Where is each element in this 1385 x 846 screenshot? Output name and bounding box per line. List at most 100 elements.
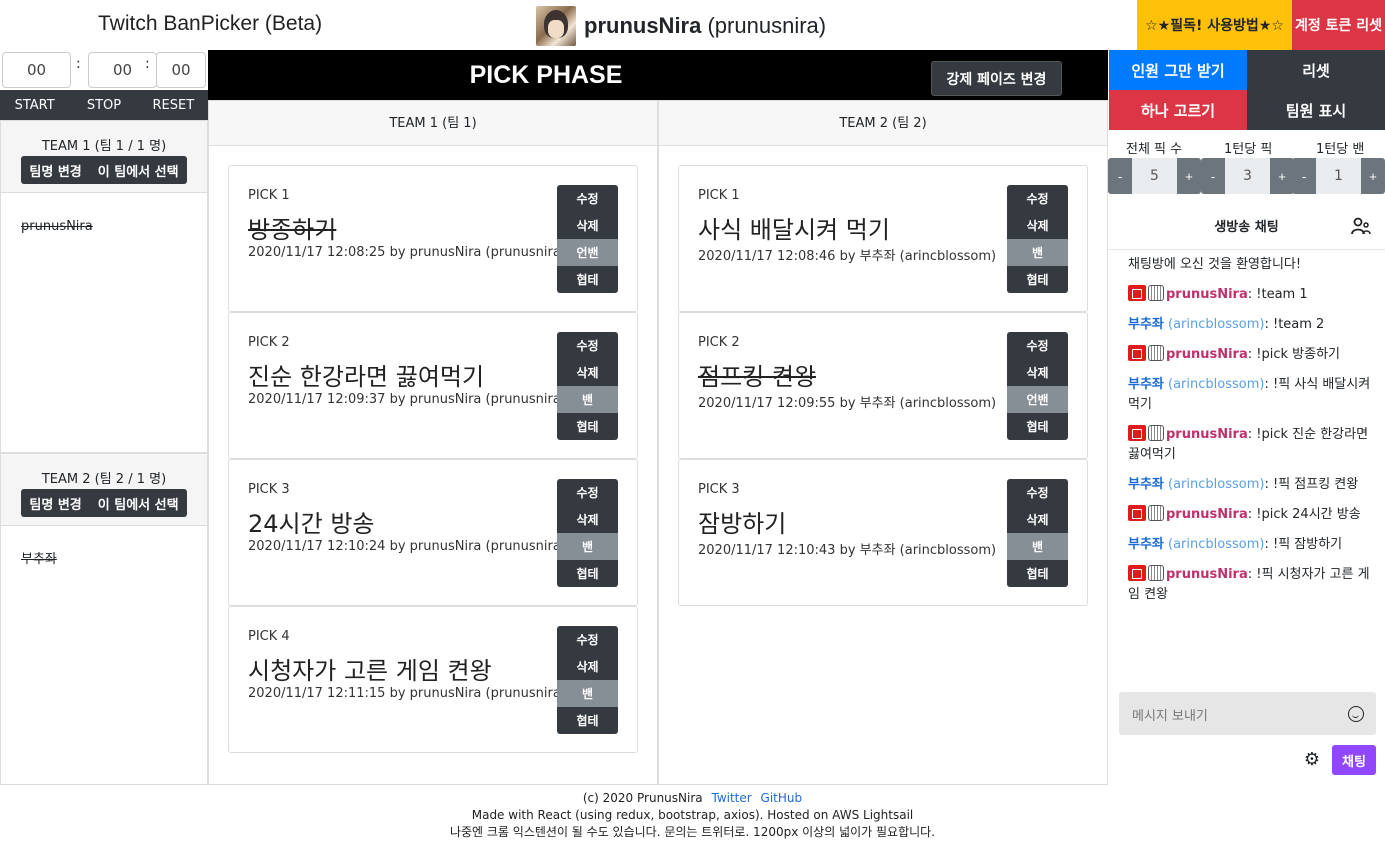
delete-pick-button[interactable]: 삭제 <box>557 653 618 680</box>
footer-note-line: 나중엔 크롬 익스텐션이 될 수도 있습니다. 문의는 트위터로. 1200px… <box>449 825 936 839</box>
twitter-link[interactable]: Twitter <box>711 791 751 805</box>
increment-button[interactable]: + <box>1270 158 1294 194</box>
edit-pick-button[interactable]: 수정 <box>1007 185 1068 212</box>
chat-message: 부추좌 (arincblossom): !픽 잠방하기 <box>1128 535 1373 555</box>
chat-message: prunusNira: !pick 방종하기 <box>1128 345 1373 365</box>
show-members-button[interactable]: 팀원 표시 <box>1247 90 1385 130</box>
reset-button[interactable]: 리셋 <box>1247 50 1385 90</box>
chat-message: 부추좌 (arincblossom): !픽 점프킹 켠왕 <box>1128 475 1373 495</box>
sub-badge-icon <box>1148 285 1164 301</box>
app-title: Twitch BanPicker (Beta) <box>98 12 323 35</box>
edit-pick-button[interactable]: 수정 <box>1007 479 1068 506</box>
delete-pick-button[interactable]: 삭제 <box>557 506 618 533</box>
pick-title: 24시간 방송 <box>248 510 375 538</box>
edit-pick-button[interactable]: 수정 <box>557 626 618 653</box>
timer-start-button[interactable]: START <box>0 90 69 120</box>
bans-per-turn-stepper: - 1 + <box>1292 158 1385 194</box>
pick-actions: 수정 삭제 언밴 협테 <box>557 185 618 293</box>
chat-header: 생방송 채팅 <box>1108 200 1385 250</box>
coop-pick-button[interactable]: 협테 <box>557 266 618 293</box>
stepper-value[interactable]: 3 <box>1225 158 1270 194</box>
footer-tech-line: Made with React (using redux, bootstrap,… <box>471 808 914 822</box>
pick-card: PICK 3 잠방하기 2020/11/17 12:10:43 by 부추좌 (ar… <box>678 459 1088 606</box>
chat-text: : !pick 24시간 방송 <box>1247 507 1361 522</box>
increment-button[interactable]: + <box>1361 158 1385 194</box>
ban-pick-button[interactable]: 밴 <box>557 386 618 413</box>
bans-per-turn-label: 1턴당 밴 <box>1316 142 1365 157</box>
pick-title: 시청자가 고른 게임 켠왕 <box>248 657 492 685</box>
phase-bar: PICK PHASE 강제 페이즈 변경 <box>208 50 1108 100</box>
delete-pick-button[interactable]: 삭제 <box>1007 212 1068 239</box>
team-2-column: TEAM 2 (팀 2) PICK 1 사식 배달시켜 먹기 2020/11/17 … <box>658 100 1108 785</box>
chat-input[interactable]: 메시지 보내기 <box>1119 692 1376 735</box>
pick-one-button[interactable]: 하나 고르기 <box>1109 90 1247 130</box>
left-team-title: TEAM 2 (팀 2 / 1 명) <box>41 472 167 487</box>
sub-badge-icon <box>1148 565 1164 581</box>
pick-card: PICK 2 진순 한강라면 끓여먹기 2020/11/17 12:09:37 by… <box>228 312 638 459</box>
ban-pick-button[interactable]: 밴 <box>557 680 618 707</box>
stop-recruit-button[interactable]: 인원 그만 받기 <box>1109 50 1247 90</box>
ban-pick-button[interactable]: 밴 <box>1007 533 1068 560</box>
increment-button[interactable]: + <box>1177 158 1201 194</box>
coop-pick-button[interactable]: 협테 <box>557 413 618 440</box>
delete-pick-button[interactable]: 삭제 <box>557 359 618 386</box>
picks-per-turn-stepper: - 3 + <box>1201 158 1294 194</box>
timer: 00 : 00 : 00 START STOP RESET <box>0 50 208 120</box>
chat-text: : !team 2 <box>1264 317 1325 332</box>
coop-pick-button[interactable]: 협테 <box>557 707 618 734</box>
decrement-button[interactable]: - <box>1292 158 1316 194</box>
decrement-button[interactable]: - <box>1201 158 1225 194</box>
gear-icon[interactable]: ⚙ <box>1303 751 1321 769</box>
timer-hours-input[interactable]: 00 <box>2 52 71 88</box>
pick-card: PICK 1 사식 배달시켜 먹기 2020/11/17 12:08:46 by 부… <box>678 165 1088 312</box>
force-phase-change-button[interactable]: 강제 페이즈 변경 <box>931 61 1062 96</box>
delete-pick-button[interactable]: 삭제 <box>557 212 618 239</box>
rename-team-button[interactable]: 팀명 변경 <box>21 156 90 184</box>
pick-actions: 수정 삭제 밴 협테 <box>557 479 618 587</box>
timer-colon: : <box>76 56 81 72</box>
edit-pick-button[interactable]: 수정 <box>557 332 618 359</box>
stepper-value[interactable]: 5 <box>1132 158 1177 194</box>
token-reset-button[interactable]: 계정 토큰 리셋 <box>1292 0 1385 50</box>
select-from-team-button[interactable]: 이 팀에서 선택 <box>89 156 187 184</box>
ban-pick-button[interactable]: 밴 <box>1007 239 1068 266</box>
timer-seconds-input[interactable]: 00 <box>156 52 206 88</box>
stepper-value[interactable]: 1 <box>1316 158 1361 194</box>
chat-input-placeholder: 메시지 보내기 <box>1132 709 1208 724</box>
github-link[interactable]: GitHub <box>761 791 803 805</box>
pick-meta: 2020/11/17 12:08:46 by 부추좌 (arincblossom… <box>698 249 997 264</box>
edit-pick-button[interactable]: 수정 <box>557 479 618 506</box>
timer-reset-button[interactable]: RESET <box>139 90 208 120</box>
chat-message: prunusNira: !pick 24시간 방송 <box>1128 505 1373 525</box>
chat-login: (arincblossom) <box>1163 377 1265 392</box>
timer-stop-button[interactable]: STOP <box>69 90 138 120</box>
left-team-header: TEAM 1 (팀 1 / 1 명) 팀명 변경 이 팀에서 선택 <box>1 121 207 193</box>
ban-pick-button[interactable]: 밴 <box>557 533 618 560</box>
pick-title: 사식 배달시켜 먹기 <box>698 216 890 244</box>
pick-card: PICK 1 방종하기 2020/11/17 12:08:25 by prunusN… <box>228 165 638 312</box>
select-from-team-button[interactable]: 이 팀에서 선택 <box>89 489 187 517</box>
delete-pick-button[interactable]: 삭제 <box>1007 359 1068 386</box>
coop-pick-button[interactable]: 협테 <box>1007 413 1068 440</box>
chat-text: : !pick 진순 한강라면 끓여먹기 <box>1128 427 1369 462</box>
avatar <box>536 6 576 46</box>
edit-pick-button[interactable]: 수정 <box>1007 332 1068 359</box>
send-chat-button[interactable]: 채팅 <box>1332 745 1376 775</box>
delete-pick-button[interactable]: 삭제 <box>1007 506 1068 533</box>
pick-meta: 2020/11/17 12:08:25 by prunusNira (prunu… <box>248 245 566 260</box>
user-display-name: prunusNira <box>584 13 702 38</box>
emoji-icon[interactable] <box>1348 706 1364 722</box>
chat-users-icon[interactable] <box>1351 216 1371 236</box>
ban-pick-button[interactable]: 언밴 <box>557 239 618 266</box>
chat-message: prunusNira: !team 1 <box>1128 285 1373 305</box>
ban-pick-button[interactable]: 언밴 <box>1007 386 1068 413</box>
coop-pick-button[interactable]: 협테 <box>1007 266 1068 293</box>
decrement-button[interactable]: - <box>1108 158 1132 194</box>
guide-button[interactable]: ☆★필독! 사용방법★☆ <box>1137 0 1292 50</box>
rename-team-button[interactable]: 팀명 변경 <box>21 489 90 517</box>
pick-card: PICK 4 시청자가 고른 게임 켠왕 2020/11/17 12:11:15 b… <box>228 606 638 753</box>
coop-pick-button[interactable]: 협테 <box>1007 560 1068 587</box>
edit-pick-button[interactable]: 수정 <box>557 185 618 212</box>
coop-pick-button[interactable]: 협테 <box>557 560 618 587</box>
team-member: 부추좌 <box>21 552 57 567</box>
